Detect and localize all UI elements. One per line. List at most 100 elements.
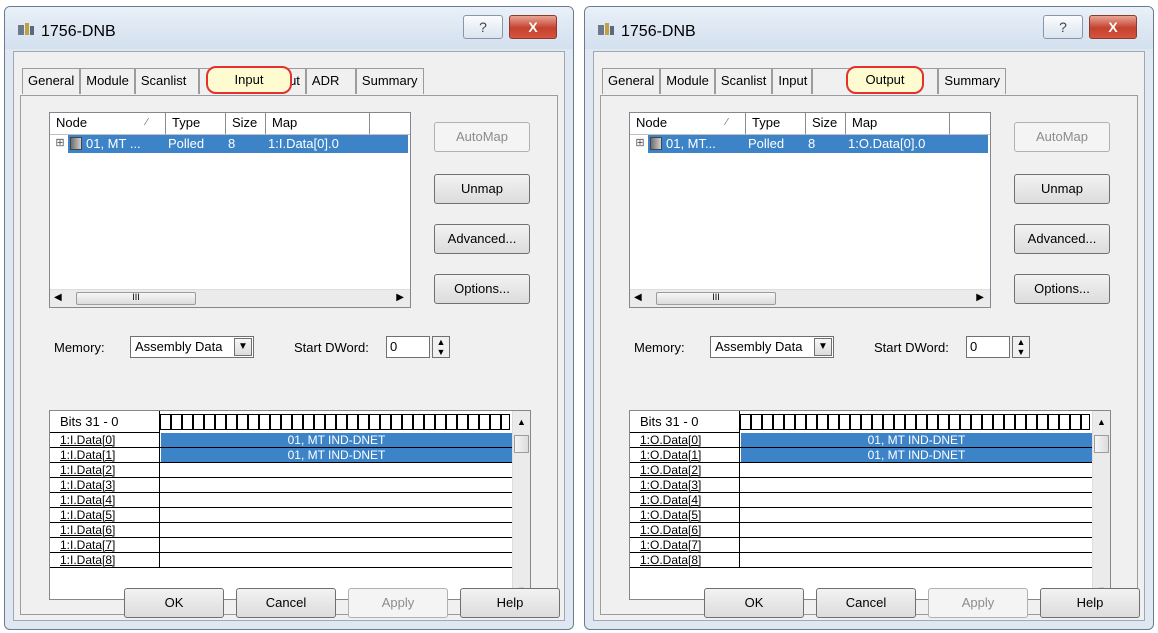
horizontal-scrollbar[interactable]: ◀ III ▶ xyxy=(50,289,410,307)
row-cell[interactable]: 01, MT IND-DNET xyxy=(741,448,1092,462)
row-cell[interactable]: 01, MT IND-DNET xyxy=(161,448,512,462)
start-dword-input[interactable]: 0 xyxy=(966,336,1010,358)
memory-select[interactable]: Assembly Data ▼ xyxy=(710,336,834,358)
active-tab-highlight[interactable]: Output xyxy=(846,66,924,94)
row-cell[interactable] xyxy=(161,538,512,552)
row-cell[interactable] xyxy=(741,463,1092,477)
scroll-up-icon[interactable]: ▲ xyxy=(517,417,526,427)
apply-button[interactable]: Apply xyxy=(348,588,448,618)
row-cell[interactable] xyxy=(741,553,1092,567)
tab-adr[interactable]: ADR xyxy=(305,68,356,94)
row-cell[interactable] xyxy=(741,478,1092,492)
tab-summary[interactable]: Summary xyxy=(355,68,424,94)
scroll-up-icon[interactable]: ▲ xyxy=(1097,417,1106,427)
cancel-button[interactable]: Cancel xyxy=(236,588,336,618)
col-map[interactable]: Map xyxy=(266,113,370,134)
help-icon[interactable]: ? xyxy=(1043,15,1083,39)
node-row[interactable]: ⊞ 01, MT ... Polled 8 1:I.Data[0].0 xyxy=(52,135,408,153)
options-button[interactable]: Options... xyxy=(434,274,530,304)
grid-row[interactable]: 1:I.Data[2] xyxy=(50,463,512,478)
scroll-left-icon[interactable]: ◀ xyxy=(54,292,62,303)
unmap-button[interactable]: Unmap xyxy=(434,174,530,204)
row-cell[interactable]: 01, MT IND-DNET xyxy=(741,433,1092,447)
grid-row[interactable]: 1:O.Data[4] xyxy=(630,493,1092,508)
grid-row[interactable]: 1:I.Data[4] xyxy=(50,493,512,508)
advanced-button[interactable]: Advanced... xyxy=(1014,224,1110,254)
col-size[interactable]: Size xyxy=(806,113,846,134)
automap-button[interactable]: AutoMap xyxy=(434,122,530,152)
horizontal-scrollbar[interactable]: ◀ III ▶ xyxy=(630,289,990,307)
grid-row[interactable]: 1:I.Data[5] xyxy=(50,508,512,523)
col-type[interactable]: Type xyxy=(166,113,226,134)
row-cell[interactable] xyxy=(741,493,1092,507)
active-tab-highlight[interactable]: Input xyxy=(206,66,292,94)
spin-up-icon[interactable]: ▲ xyxy=(433,337,449,347)
tab-module[interactable]: Module xyxy=(660,68,715,94)
scroll-thumb[interactable]: III xyxy=(76,292,196,305)
vertical-scrollbar[interactable]: ▲ ▼ xyxy=(1092,411,1110,599)
tab-general[interactable]: General xyxy=(22,68,81,94)
scroll-thumb[interactable]: III xyxy=(656,292,776,305)
row-cell[interactable]: 01, MT IND-DNET xyxy=(161,433,512,447)
node-row[interactable]: ⊞ 01, MT... Polled 8 1:O.Data[0].0 xyxy=(632,135,988,153)
grid-row[interactable]: 1:I.Data[0] 01, MT IND-DNET xyxy=(50,433,512,448)
memory-select[interactable]: Assembly Data ▼ xyxy=(130,336,254,358)
tab-module[interactable]: Module xyxy=(80,68,135,94)
tab-summary[interactable]: Summary xyxy=(938,68,1007,94)
options-button[interactable]: Options... xyxy=(1014,274,1110,304)
row-cell[interactable] xyxy=(161,553,512,567)
advanced-button[interactable]: Advanced... xyxy=(434,224,530,254)
expand-icon[interactable]: ⊞ xyxy=(632,135,648,153)
memory-map-grid[interactable]: Bits 31 - 0 1:I.Data[0] 01, MT IND-DNET 1… xyxy=(49,410,531,600)
spin-up-icon[interactable]: ▲ xyxy=(1013,337,1029,347)
start-dword-input[interactable]: 0 xyxy=(386,336,430,358)
memory-map-grid[interactable]: Bits 31 - 0 1:O.Data[0] 01, MT IND-DNET 1… xyxy=(629,410,1111,600)
help-icon[interactable]: ? xyxy=(463,15,503,39)
start-dword-spinner[interactable]: ▲ ▼ xyxy=(1012,336,1030,358)
row-cell[interactable] xyxy=(161,463,512,477)
grid-row[interactable]: 1:O.Data[6] xyxy=(630,523,1092,538)
tab-input[interactable]: Input xyxy=(772,68,813,94)
apply-button[interactable]: Apply xyxy=(928,588,1028,618)
tab-general[interactable]: General xyxy=(602,68,661,94)
row-cell[interactable] xyxy=(161,508,512,522)
spin-down-icon[interactable]: ▼ xyxy=(1013,347,1029,357)
unmap-button[interactable]: Unmap xyxy=(1014,174,1110,204)
scroll-left-icon[interactable]: ◀ xyxy=(634,292,642,303)
row-cell[interactable] xyxy=(161,493,512,507)
grid-row[interactable]: 1:O.Data[2] xyxy=(630,463,1092,478)
close-icon[interactable]: X xyxy=(1089,15,1137,39)
cancel-button[interactable]: Cancel xyxy=(816,588,916,618)
dropdown-arrow-icon[interactable]: ▼ xyxy=(234,338,252,356)
dropdown-arrow-icon[interactable]: ▼ xyxy=(814,338,832,356)
grid-row[interactable]: 1:I.Data[8] xyxy=(50,553,512,568)
ok-button[interactable]: OK xyxy=(704,588,804,618)
automap-button[interactable]: AutoMap xyxy=(1014,122,1110,152)
row-cell[interactable] xyxy=(161,523,512,537)
grid-row[interactable]: 1:O.Data[5] xyxy=(630,508,1092,523)
col-node[interactable]: Node ⁄ xyxy=(630,113,746,134)
grid-row[interactable]: 1:O.Data[0] 01, MT IND-DNET xyxy=(630,433,1092,448)
grid-row[interactable]: 1:I.Data[1] 01, MT IND-DNET xyxy=(50,448,512,463)
tab-scanlist[interactable]: Scanlist xyxy=(714,68,773,94)
row-cell[interactable] xyxy=(741,538,1092,552)
grid-row[interactable]: 1:O.Data[1] 01, MT IND-DNET xyxy=(630,448,1092,463)
node-list[interactable]: Node ⁄ Type Size Map ⊞ 01, MT ... Polled … xyxy=(49,112,411,308)
node-list[interactable]: Node ⁄ Type Size Map ⊞ 01, MT... Polled 8… xyxy=(629,112,991,308)
grid-row[interactable]: 1:O.Data[3] xyxy=(630,478,1092,493)
help-button[interactable]: Help xyxy=(460,588,560,618)
scroll-thumb[interactable] xyxy=(1094,435,1109,453)
scroll-right-icon[interactable]: ▶ xyxy=(976,292,984,303)
grid-row[interactable]: 1:I.Data[3] xyxy=(50,478,512,493)
grid-row[interactable]: 1:I.Data[7] xyxy=(50,538,512,553)
row-cell[interactable] xyxy=(741,523,1092,537)
spin-down-icon[interactable]: ▼ xyxy=(433,347,449,357)
tab-scanlist[interactable]: Scanlist xyxy=(134,68,199,94)
help-button[interactable]: Help xyxy=(1040,588,1140,618)
col-map[interactable]: Map xyxy=(846,113,950,134)
scroll-thumb[interactable] xyxy=(514,435,529,453)
start-dword-spinner[interactable]: ▲ ▼ xyxy=(432,336,450,358)
col-type[interactable]: Type xyxy=(746,113,806,134)
col-node[interactable]: Node ⁄ xyxy=(50,113,166,134)
row-cell[interactable] xyxy=(741,508,1092,522)
